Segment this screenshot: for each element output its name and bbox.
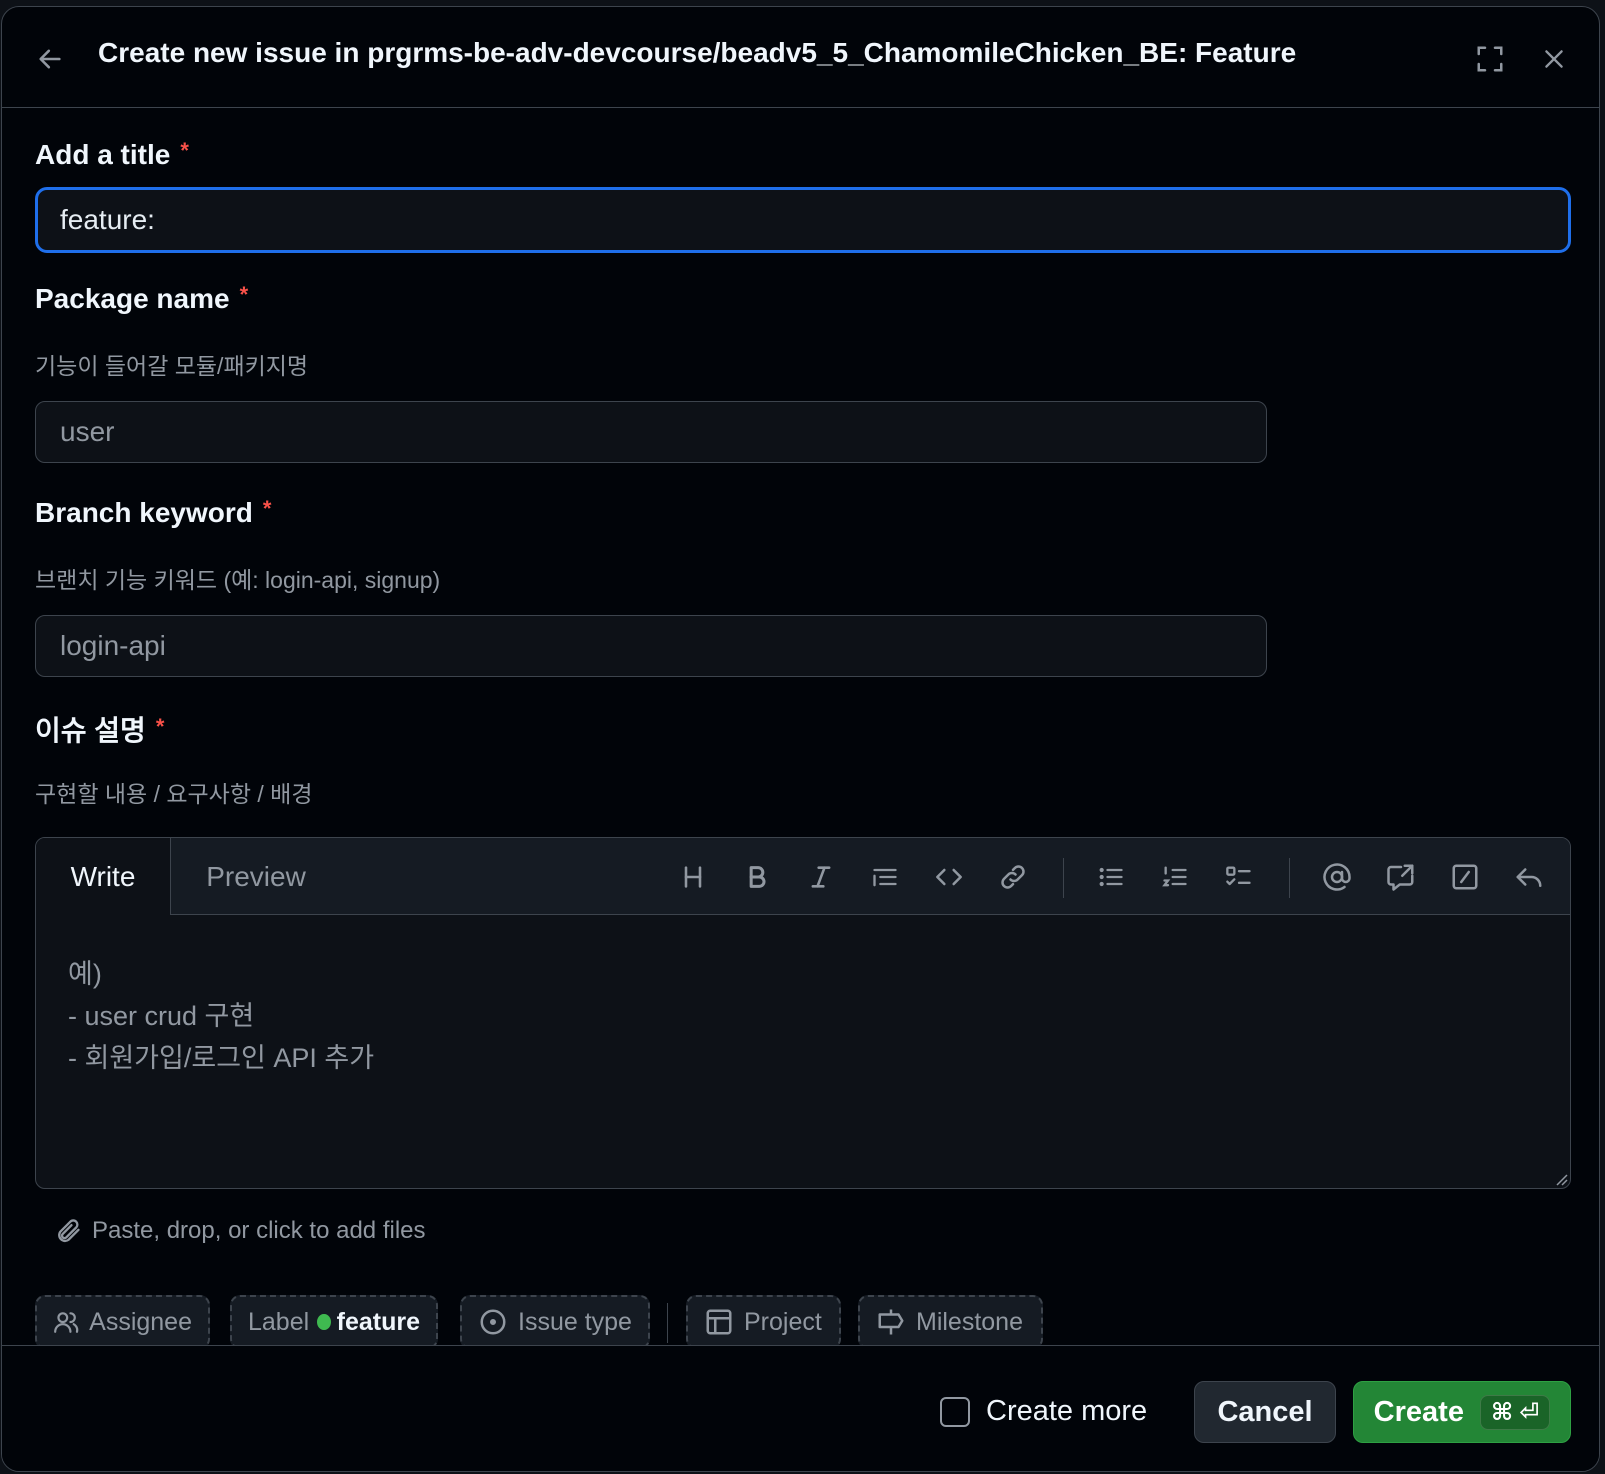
table-icon xyxy=(706,1309,732,1335)
create-more-checkbox-row[interactable]: Create more xyxy=(940,1395,1147,1428)
assignee-button[interactable]: Assignee xyxy=(35,1295,210,1349)
meta-divider xyxy=(667,1303,668,1343)
toolbar-divider xyxy=(1289,858,1290,898)
heading-button[interactable] xyxy=(674,858,712,896)
issue-type-label: Issue type xyxy=(518,1307,632,1336)
milestone-label: Milestone xyxy=(916,1307,1023,1336)
branch-hint: 브랜치 기능 키워드 (예: login-api, signup) xyxy=(35,567,441,593)
required-mark: * xyxy=(155,714,165,739)
label-value: feature xyxy=(336,1307,420,1336)
dialog-header: Create new issue in prgrms-be-adv-devcou… xyxy=(2,7,1599,108)
required-mark: * xyxy=(262,496,272,521)
title-label: Add a title * xyxy=(35,138,189,171)
label-color-dot xyxy=(317,1314,331,1330)
paperclip-icon xyxy=(58,1219,80,1243)
people-icon xyxy=(54,1312,79,1333)
assignee-label: Assignee xyxy=(89,1307,192,1336)
project-button[interactable]: Project xyxy=(686,1295,841,1349)
ordered-list-button[interactable] xyxy=(1156,858,1194,896)
package-hint: 기능이 들어갈 모듈/패키지명 xyxy=(35,353,309,379)
mention-button[interactable] xyxy=(1318,858,1356,896)
description-hint: 구현할 내용 / 요구사항 / 배경 xyxy=(35,781,313,807)
mention-icon xyxy=(1323,863,1351,891)
project-label: Project xyxy=(744,1307,822,1336)
create-button-label: Create xyxy=(1373,1395,1464,1428)
fullscreen-icon xyxy=(1477,46,1503,72)
issue-opened-icon xyxy=(480,1309,506,1335)
task-list-icon xyxy=(1226,866,1251,886)
link-icon xyxy=(1001,865,1025,889)
branch-label-text: Branch keyword xyxy=(35,497,253,528)
unordered-list-button[interactable] xyxy=(1092,858,1130,896)
package-name-input[interactable] xyxy=(35,401,1267,463)
slash-command-button[interactable] xyxy=(1446,858,1484,896)
package-label: Package name * xyxy=(35,282,249,315)
close-button[interactable] xyxy=(1536,41,1572,77)
cancel-button[interactable]: Cancel xyxy=(1194,1381,1336,1443)
tab-write[interactable]: Write xyxy=(36,838,171,915)
milestone-button[interactable]: Milestone xyxy=(858,1295,1043,1349)
package-label-text: Package name xyxy=(35,283,230,314)
description-label-text: 이슈 설명 xyxy=(35,715,146,746)
slash-command-icon xyxy=(1452,864,1478,890)
branch-keyword-input[interactable] xyxy=(35,615,1267,677)
create-more-checkbox[interactable] xyxy=(940,1396,970,1427)
italic-icon xyxy=(811,866,831,888)
quote-icon xyxy=(873,868,897,887)
label-button[interactable]: Label feature xyxy=(230,1295,438,1349)
branch-label: Branch keyword * xyxy=(35,496,272,529)
close-icon xyxy=(1545,50,1563,68)
command-key-icon: ⌘ xyxy=(1490,1398,1514,1426)
editor-toolbar: Write Preview xyxy=(36,838,1570,915)
issue-type-button[interactable]: Issue type xyxy=(460,1295,650,1349)
code-button[interactable] xyxy=(930,858,968,896)
undo-button[interactable] xyxy=(1510,858,1548,896)
milestone-icon xyxy=(878,1309,904,1335)
create-button[interactable]: Create ⌘ ⏎ xyxy=(1353,1381,1571,1443)
description-label: 이슈 설명 * xyxy=(35,709,164,749)
attach-files-text: Paste, drop, or click to add files xyxy=(92,1217,426,1244)
keyboard-shortcut: ⌘ ⏎ xyxy=(1479,1394,1551,1430)
numbered-list-icon xyxy=(1162,866,1187,887)
back-button[interactable] xyxy=(32,41,68,77)
bullet-list-icon xyxy=(1099,867,1123,887)
quote-button[interactable] xyxy=(866,858,904,896)
dialog-title: Create new issue in prgrms-be-adv-devcou… xyxy=(98,37,1297,68)
resize-handle-icon[interactable] xyxy=(1554,1172,1568,1186)
description-textarea[interactable]: 예) - user crud 구현 - 회원가입/로그인 API 추가 xyxy=(36,915,1570,1188)
toolbar-divider xyxy=(1063,858,1064,898)
label-label: Label xyxy=(248,1307,310,1336)
title-input[interactable] xyxy=(35,187,1571,253)
title-label-text: Add a title xyxy=(35,139,171,170)
heading-icon xyxy=(684,866,702,888)
link-button[interactable] xyxy=(994,858,1032,896)
create-more-label: Create more xyxy=(986,1395,1148,1427)
fullscreen-button[interactable] xyxy=(1472,41,1508,77)
tab-preview[interactable]: Preview xyxy=(171,838,341,915)
create-issue-dialog: Create new issue in prgrms-be-adv-devcou… xyxy=(1,6,1600,1472)
required-mark: * xyxy=(180,138,189,163)
reply-icon xyxy=(1516,868,1542,887)
bold-button[interactable] xyxy=(738,858,776,896)
reference-button[interactable] xyxy=(1382,858,1420,896)
italic-button[interactable] xyxy=(802,858,840,896)
task-list-button[interactable] xyxy=(1220,858,1258,896)
attach-files-button[interactable]: Paste, drop, or click to add files xyxy=(54,1217,426,1245)
enter-key-icon: ⏎ xyxy=(1519,1398,1540,1426)
cross-reference-icon xyxy=(1387,864,1414,891)
code-icon xyxy=(936,868,962,886)
arrow-left-icon xyxy=(39,49,61,69)
required-mark: * xyxy=(239,282,249,307)
markdown-editor: Write Preview 예) - user crud 구현 - 회원가입/로… xyxy=(35,837,1571,1189)
bold-icon xyxy=(749,866,766,888)
